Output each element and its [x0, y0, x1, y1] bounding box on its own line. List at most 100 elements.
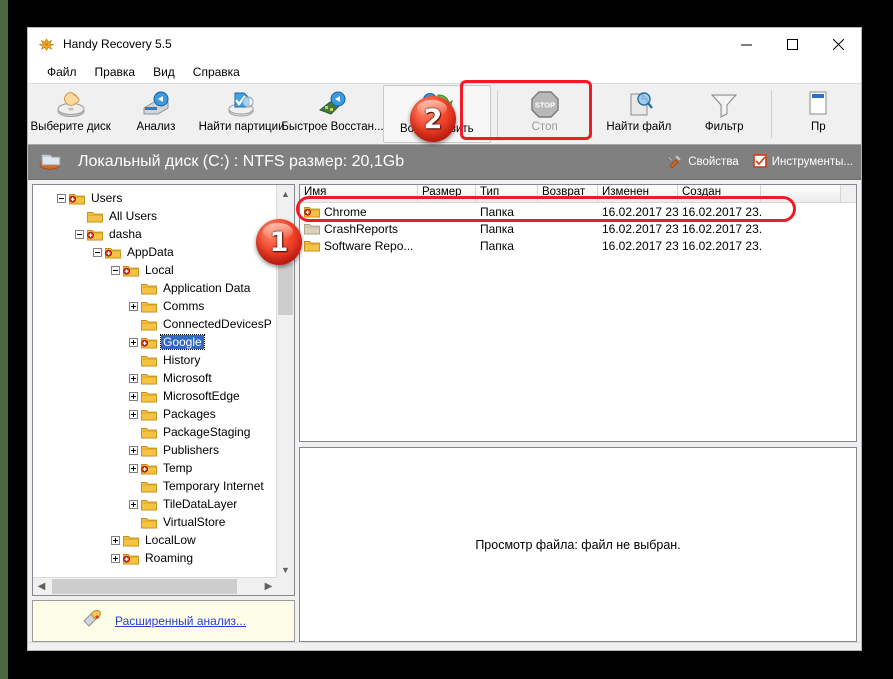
tree-node-history[interactable]: History — [33, 351, 277, 369]
file-list-column-header[interactable]: Размер — [418, 185, 476, 202]
tree-vertical-scrollbar[interactable]: ▲ ▼ — [276, 185, 294, 578]
toolbar-button-select-disk[interactable]: Выберите диск — [28, 84, 113, 144]
toolbar-button-filter[interactable]: Фильтр — [682, 84, 767, 144]
folder-tree: UsersAll UsersdashaAppDataLocalApplicati… — [33, 185, 277, 567]
tree-scroll-up-arrow[interactable]: ▲ — [277, 185, 294, 202]
tree-scroll-thumb[interactable] — [278, 263, 293, 315]
disk-tools-button[interactable]: Инструменты... — [753, 154, 853, 171]
svg-text:STOP: STOP — [535, 101, 555, 110]
minimize-icon[interactable] — [723, 28, 769, 61]
folder-recovered-icon — [69, 192, 85, 205]
toolbar-label-analyze: Анализ — [137, 121, 176, 133]
toolbar-button-find-partitions[interactable]: Найти партиции — [199, 84, 285, 144]
toolbar-button-quick-restore[interactable]: Быстрое Восстан... — [285, 84, 381, 144]
file-type-cell: Папка — [476, 222, 538, 236]
toolbar-label-quick-restore: Быстрое Восстан... — [281, 121, 383, 133]
toolbar-button-recover[interactable]: Восстановить — [383, 85, 492, 143]
tree-scroll-left-arrow[interactable]: ◀ — [33, 578, 50, 595]
advanced-analysis-link[interactable]: Расширенный анализ... — [115, 614, 246, 628]
tree-node-virtualstore[interactable]: VirtualStore — [33, 513, 277, 531]
tree-node-temporary-internet[interactable]: Temporary Internet — [33, 477, 277, 495]
expand-icon[interactable] — [129, 338, 138, 347]
tree-node-temp[interactable]: Temp — [33, 459, 277, 477]
menu-item-edit[interactable]: Правка — [86, 63, 145, 81]
folder-recovered-icon — [141, 462, 157, 475]
tree-node-label: LocalLow — [143, 533, 198, 547]
tree-node-all-users[interactable]: All Users — [33, 207, 277, 225]
tree-node-google[interactable]: Google — [33, 333, 277, 351]
tree-node-roaming[interactable]: Roaming — [33, 549, 277, 567]
toolbar-separator-3 — [771, 90, 772, 138]
folder-recovered-icon — [105, 246, 121, 259]
folder-icon — [123, 534, 139, 547]
tree-node-packages[interactable]: Packages — [33, 405, 277, 423]
stop-icon: STOP — [530, 89, 560, 119]
toolbar-separator-1 — [497, 90, 498, 138]
file-list-column-header[interactable]: Имя — [300, 185, 418, 202]
expand-icon[interactable] — [129, 392, 138, 401]
tree-node-locallow[interactable]: LocalLow — [33, 531, 277, 549]
collapse-icon[interactable] — [75, 230, 84, 239]
collapse-icon[interactable] — [111, 266, 120, 275]
title-bar: Handy Recovery 5.5 — [28, 28, 861, 61]
advanced-analysis-band[interactable]: Расширенный анализ... — [32, 600, 295, 642]
file-list-column-header[interactable]: Тип — [476, 185, 538, 202]
expand-icon[interactable] — [129, 410, 138, 419]
menu-item-file[interactable]: Файл — [38, 63, 86, 81]
tree-node-comms[interactable]: Comms — [33, 297, 277, 315]
tree-node-dasha[interactable]: dasha — [33, 225, 277, 243]
disk-properties-button[interactable]: Свойства — [668, 154, 739, 171]
tree-scroll-right-arrow[interactable]: ▶ — [260, 578, 277, 595]
disk-icon — [38, 149, 64, 176]
left-pane: UsersAll UsersdashaAppDataLocalApplicati… — [28, 180, 295, 642]
file-name-label: Chrome — [324, 205, 367, 219]
menu-item-help[interactable]: Справка — [184, 63, 249, 81]
tree-node-application-data[interactable]: Application Data — [33, 279, 277, 297]
tree-node-appdata[interactable]: AppData — [33, 243, 277, 261]
folder-icon — [141, 318, 157, 331]
expand-icon[interactable] — [129, 500, 138, 509]
folder-icon — [141, 444, 157, 457]
toolbar-label-stop: Стоп — [532, 121, 558, 133]
tree-hscroll-thumb[interactable] — [52, 579, 237, 594]
tree-node-packagestaging[interactable]: PackageStaging — [33, 423, 277, 441]
expand-icon[interactable] — [129, 302, 138, 311]
file-list-column-header[interactable]: Изменен — [598, 185, 678, 202]
tree-node-microsoftedge[interactable]: MicrosoftEdge — [33, 387, 277, 405]
expand-icon[interactable] — [111, 554, 120, 563]
collapse-icon[interactable] — [57, 194, 66, 203]
disk-actions: Свойства Инструменты... — [668, 145, 853, 179]
folder-tree-panel: UsersAll UsersdashaAppDataLocalApplicati… — [32, 184, 295, 596]
tree-node-users[interactable]: Users — [33, 189, 277, 207]
close-icon[interactable] — [815, 28, 861, 61]
tree-node-tiledatalayer[interactable]: TileDataLayer — [33, 495, 277, 513]
file-list-column-header[interactable]: Возврат — [538, 185, 598, 202]
toolbar-button-analyze[interactable]: Анализ — [113, 84, 198, 144]
file-list-row[interactable]: CrashReportsПапка16.02.2017 23...16.02.2… — [300, 220, 856, 237]
file-list-column-header[interactable]: Создан — [678, 185, 761, 202]
folder-icon — [141, 372, 157, 385]
tree-node-publishers[interactable]: Publishers — [33, 441, 277, 459]
file-list-column-header[interactable] — [761, 185, 841, 202]
toolbar-button-stop[interactable]: STOP Стоп — [502, 84, 587, 144]
tree-node-microsoft[interactable]: Microsoft — [33, 369, 277, 387]
maximize-icon[interactable] — [769, 28, 815, 61]
find-partitions-icon — [225, 89, 259, 119]
tree-horizontal-scrollbar[interactable]: ◀ ▶ — [33, 577, 277, 595]
collapse-icon[interactable] — [93, 248, 102, 257]
tree-node-connecteddevicesp[interactable]: ConnectedDevicesP — [33, 315, 277, 333]
expand-icon[interactable] — [129, 446, 138, 455]
tree-scroll-down-arrow[interactable]: ▼ — [277, 561, 294, 578]
tree-node-label: VirtualStore — [161, 515, 227, 529]
filter-icon — [709, 89, 739, 119]
toolbar-button-properties[interactable]: Пр — [776, 84, 861, 144]
toolbar-button-find-file[interactable]: Найти файл — [596, 84, 681, 144]
tree-spacer — [129, 518, 138, 527]
tree-node-local[interactable]: Local — [33, 261, 277, 279]
file-list-row[interactable]: Software Repo...Папка16.02.2017 23...16.… — [300, 237, 856, 254]
expand-icon[interactable] — [111, 536, 120, 545]
expand-icon[interactable] — [129, 374, 138, 383]
file-list-row[interactable]: ChromeПапка16.02.2017 23...16.02.2017 23… — [300, 203, 856, 220]
expand-icon[interactable] — [129, 464, 138, 473]
menu-item-view[interactable]: Вид — [144, 63, 184, 81]
